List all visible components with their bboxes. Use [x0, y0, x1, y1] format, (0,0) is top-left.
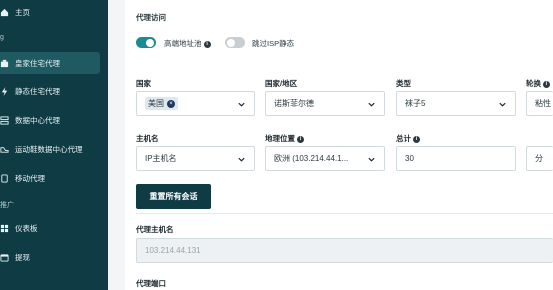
location-label: 地理位置 i [265, 133, 305, 144]
info-icon[interactable]: i [413, 135, 421, 143]
total-value: 30 [405, 154, 414, 163]
info-icon[interactable]: i [203, 40, 211, 48]
home-icon [0, 7, 9, 17]
dashboard-icon [0, 223, 9, 233]
country-tag-text: 美国 [148, 99, 164, 108]
high-end-pool-toggle[interactable] [136, 37, 156, 48]
proxy-port-label: 代理端口 [136, 279, 166, 288]
toggle-knob [146, 38, 154, 47]
sidebar-item-label: 数据中心代理 [15, 115, 60, 125]
hostname-select[interactable]: IP主机名 [136, 146, 255, 171]
info-icon[interactable]: i [297, 135, 305, 143]
hostname-value: IP主机名 [145, 154, 177, 163]
divider [136, 213, 553, 214]
high-end-pool-text: 高端地址池 [164, 39, 202, 48]
sidebar-item-label: 运动鞋数据中心代理 [15, 144, 83, 154]
region-label: 国家/地区 [265, 79, 298, 88]
proxy-host-value: 103.214.44.131 [145, 246, 201, 255]
house-icon [0, 58, 9, 68]
type-label: 类型 [396, 79, 411, 88]
sidebar-item-static-residential[interactable]: 静态住宅代理 [0, 80, 108, 102]
total-label: 总计 i [396, 133, 421, 144]
proxy-access-title: 代理访问 [136, 13, 166, 22]
chevron-down-icon [368, 157, 375, 162]
hostname-label: 主机名 [136, 134, 159, 143]
reset-all-sessions-button[interactable]: 重置所有会话 [136, 184, 211, 209]
sidebar-item-label: 皇家住宅代理 [15, 58, 60, 68]
sidebar-item-home[interactable]: 主页 [0, 1, 108, 23]
sidebar-item-label: 仪表板 [15, 223, 38, 233]
skip-isp-static-label: 跳过ISP静态 [252, 39, 295, 48]
sidebar-item-datacenter[interactable]: 数据中心代理 [0, 109, 108, 131]
sidebar-item-withdraw[interactable]: 提现 [0, 246, 108, 268]
location-label-text: 地理位置 [265, 134, 295, 143]
sidebar-item-label: 静态住宅代理 [15, 86, 60, 96]
location-value: 欧洲 (103.214.44.1... [274, 154, 349, 163]
mobile-icon [0, 173, 9, 183]
server-icon [0, 115, 9, 125]
sidebar: 主页 g 皇家住宅代理 静态住宅代理 数据中心代理 运动鞋数据中心代理 移动代理… [0, 0, 108, 290]
info-icon[interactable]: i [543, 80, 551, 88]
toggle-knob [227, 38, 235, 47]
proxy-host-label: 代理主机名 [136, 225, 174, 234]
sidebar-item-label: 提现 [15, 252, 30, 262]
chevron-down-icon [238, 102, 245, 107]
bolt-icon [0, 86, 9, 96]
unit-select[interactable]: 分 [526, 146, 553, 171]
sidebar-item-royal-residential[interactable]: 皇家住宅代理 [0, 52, 100, 74]
rotation-select[interactable]: 粘性 [526, 91, 553, 116]
country-tag: 美国 × [145, 97, 178, 110]
chevron-down-icon [368, 102, 375, 107]
sidebar-item-label: 移动代理 [15, 173, 45, 183]
high-end-pool-label: 高端地址池 i [164, 38, 211, 49]
unit-value: 分 [535, 154, 543, 163]
shoe-icon [0, 144, 9, 154]
country-label: 国家 [136, 79, 151, 88]
remove-tag-icon[interactable]: × [167, 99, 175, 108]
region-select[interactable]: 诺斯菲尔德 [265, 91, 385, 116]
region-value: 诺斯菲尔德 [274, 99, 314, 108]
sidebar-item-sneaker-datacenter[interactable]: 运动鞋数据中心代理 [0, 138, 108, 160]
proxy-host-field: 103.214.44.131 [136, 238, 553, 263]
type-value: 袜子5 [405, 99, 426, 108]
total-input[interactable]: 30 [396, 146, 516, 171]
sidebar-item-label: 主页 [15, 7, 30, 17]
rotation-value: 粘性 [535, 99, 551, 108]
chevron-down-icon [238, 157, 245, 162]
rotation-label-text: 轮换 [526, 79, 541, 88]
sidebar-section-heading: g [0, 34, 4, 41]
sidebar-section-affiliate: 推广 [0, 202, 14, 209]
wallet-icon [0, 252, 9, 262]
rotation-label: 轮换 i [526, 78, 551, 89]
type-select[interactable]: 袜子5 [396, 91, 516, 116]
location-select[interactable]: 欧洲 (103.214.44.1... [265, 146, 385, 171]
skip-isp-static-toggle[interactable] [225, 37, 245, 48]
sidebar-item-dashboard[interactable]: 仪表板 [0, 217, 108, 239]
total-label-text: 总计 [396, 134, 411, 143]
country-select[interactable]: 美国 × [136, 91, 255, 116]
chevron-down-icon [499, 102, 506, 107]
sidebar-item-mobile[interactable]: 移动代理 [0, 167, 108, 189]
